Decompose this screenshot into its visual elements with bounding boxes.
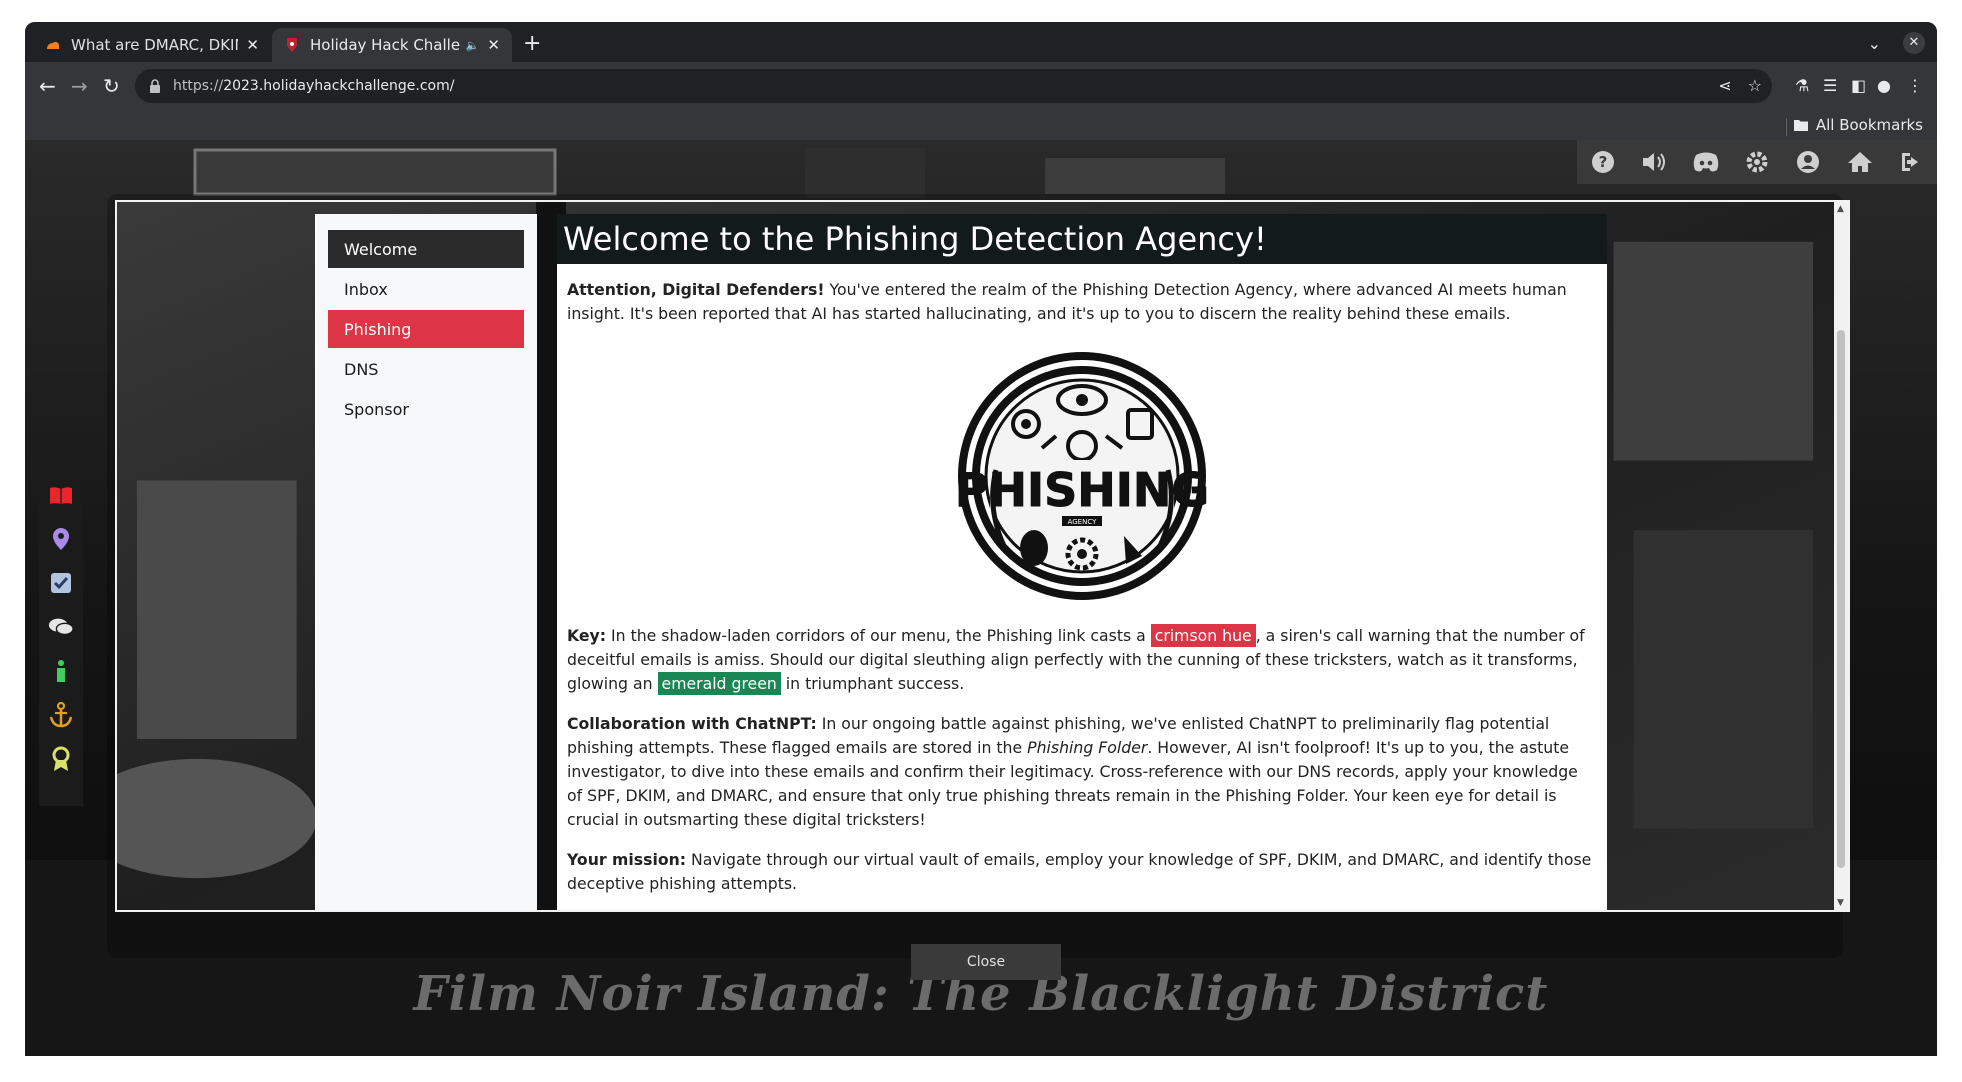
crimson-highlight: crimson hue xyxy=(1150,624,1256,647)
scroll-down-icon[interactable]: ▼ xyxy=(1837,898,1844,908)
tab-holiday-hack[interactable]: Holiday Hack Challe 🔈 ✕ xyxy=(272,28,512,62)
menu-icon[interactable]: ⋮ xyxy=(1907,76,1923,95)
back-icon[interactable]: ← xyxy=(39,74,56,98)
key-text-1: In the shadow-laden corridors of our men… xyxy=(606,626,1151,645)
game-top-toolbar: ? xyxy=(1577,140,1937,184)
game-viewport: ? ▲ ▼ Welcome Inbox Phishing DNS Sponsor… xyxy=(25,140,1937,1056)
bookmark-star-icon[interactable]: ☆ xyxy=(1748,76,1762,95)
all-bookmarks-button[interactable]: All Bookmarks xyxy=(1793,116,1923,134)
browser-window: What are DMARC, DKIM ✕ Holiday Hack Chal… xyxy=(25,22,1937,1056)
close-tab-icon[interactable]: ✕ xyxy=(487,36,500,54)
volume-icon[interactable] xyxy=(1640,148,1668,176)
url-scheme: https:// xyxy=(173,78,224,94)
collab-bold: Collaboration with ChatNPT: xyxy=(567,714,817,733)
cloudflare-icon xyxy=(45,37,61,53)
reading-list-icon[interactable]: ☰ xyxy=(1823,76,1837,95)
intro-bold: Attention, Digital Defenders! xyxy=(567,280,825,299)
folder-icon xyxy=(1793,120,1808,131)
tab-title: Holiday Hack Challe xyxy=(310,36,461,54)
scroll-up-icon[interactable]: ▲ xyxy=(1837,204,1844,214)
speaker-icon[interactable]: 🔈 xyxy=(466,39,480,52)
help-icon[interactable]: ? xyxy=(1589,148,1617,176)
game-side-toolbar xyxy=(39,476,83,806)
modal-scrollbar[interactable]: ▲ ▼ xyxy=(1834,202,1848,910)
tab-dmarc-article[interactable]: What are DMARC, DKIM ✕ xyxy=(33,28,271,62)
browser-toolbar: ← → ↻ https://2023.holidayhackchallenge.… xyxy=(25,62,1937,112)
location-icon[interactable] xyxy=(48,526,74,552)
user-icon[interactable] xyxy=(1794,148,1822,176)
divider xyxy=(1786,118,1787,136)
home-icon[interactable] xyxy=(1846,148,1874,176)
nav-dns[interactable]: DNS xyxy=(328,350,524,388)
mission-text: Navigate through our virtual vault of em… xyxy=(567,850,1592,893)
profile-icon[interactable]: ● xyxy=(1877,76,1891,95)
holidayhack-icon xyxy=(284,37,300,53)
new-tab-button[interactable]: + xyxy=(523,32,541,56)
key-paragraph: Key: In the shadow-laden corridors of ou… xyxy=(567,624,1597,696)
key-text-3: in triumphant success. xyxy=(780,674,965,693)
book-icon[interactable] xyxy=(48,482,74,508)
lock-icon xyxy=(150,79,160,93)
badge-icon[interactable] xyxy=(48,746,74,772)
svg-text:?: ? xyxy=(1598,153,1607,171)
nav-sponsor[interactable]: Sponsor xyxy=(328,390,524,428)
page-title: Welcome to the Phishing Detection Agency… xyxy=(557,214,1607,264)
phishing-agency-logo: PHISHING AGENCY xyxy=(956,352,1208,600)
emerald-highlight: emerald green xyxy=(657,672,781,695)
tab-title: What are DMARC, DKIM xyxy=(71,36,239,54)
phishing-folder-text: Phishing Folder xyxy=(1027,738,1148,757)
phishing-terminal-modal: ▲ ▼ Welcome Inbox Phishing DNS Sponsor W… xyxy=(115,200,1850,912)
terminal-nav: Welcome Inbox Phishing DNS Sponsor xyxy=(315,214,537,910)
anchor-icon[interactable] xyxy=(48,702,74,728)
mission-bold: Your mission: xyxy=(567,850,687,869)
tab-strip: What are DMARC, DKIM ✕ Holiday Hack Chal… xyxy=(25,22,1937,62)
nav-phishing[interactable]: Phishing xyxy=(328,310,524,348)
mission-paragraph: Your mission: Navigate through our virtu… xyxy=(567,848,1597,896)
reload-icon[interactable]: ↻ xyxy=(103,74,120,98)
logout-icon[interactable] xyxy=(1897,148,1925,176)
forward-icon[interactable]: → xyxy=(71,74,88,98)
nav-welcome[interactable]: Welcome xyxy=(328,230,524,268)
collab-paragraph: Collaboration with ChatNPT: In our ongoi… xyxy=(567,712,1597,832)
address-bar[interactable]: https://2023.holidayhackchallenge.com/ ⋖… xyxy=(135,69,1772,103)
tab-search-icon[interactable]: ⌄ xyxy=(1868,34,1881,53)
bookmarks-bar: All Bookmarks xyxy=(25,112,1937,140)
labs-icon[interactable]: ⚗ xyxy=(1795,76,1809,95)
logo-subtext: AGENCY xyxy=(1068,518,1098,526)
close-window-button[interactable]: ✕ xyxy=(1903,32,1925,54)
chat-icon[interactable] xyxy=(48,614,74,640)
info-icon[interactable] xyxy=(48,658,74,684)
nav-inbox[interactable]: Inbox xyxy=(328,270,524,308)
discord-icon[interactable] xyxy=(1692,148,1720,176)
url-host: 2023.holidayhackchallenge.com/ xyxy=(223,78,455,94)
key-bold: Key: xyxy=(567,626,607,645)
scrollbar-thumb[interactable] xyxy=(1837,330,1845,868)
intro-paragraph: Attention, Digital Defenders! You've ent… xyxy=(567,278,1597,326)
checklist-icon[interactable] xyxy=(48,570,74,596)
close-tab-icon[interactable]: ✕ xyxy=(246,36,259,54)
all-bookmarks-label: All Bookmarks xyxy=(1815,116,1923,134)
share-icon[interactable]: ⋖ xyxy=(1718,76,1731,95)
close-button[interactable]: Close xyxy=(911,944,1061,980)
settings-icon[interactable] xyxy=(1743,148,1771,176)
side-panel-icon[interactable]: ◧ xyxy=(1851,76,1866,95)
welcome-content: Attention, Digital Defenders! You've ent… xyxy=(557,264,1607,910)
